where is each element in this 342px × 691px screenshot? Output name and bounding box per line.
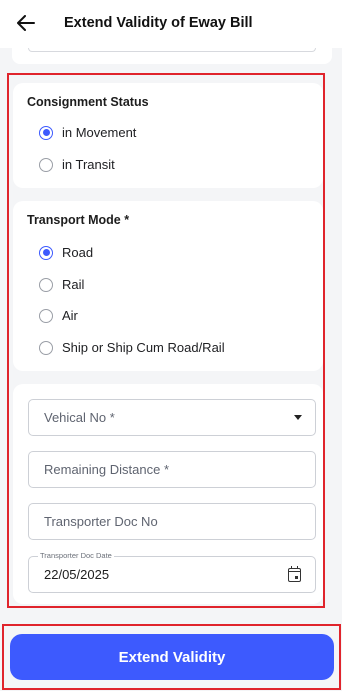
highlight-form-region <box>7 73 325 608</box>
extend-validity-button[interactable]: Extend Validity <box>10 634 334 680</box>
page-title: Extend Validity of Eway Bill <box>64 15 253 31</box>
previous-card-edge <box>12 48 332 64</box>
app-bar: Extend Validity of Eway Bill <box>0 0 342 48</box>
back-arrow-icon[interactable] <box>14 11 38 35</box>
extend-validity-label: Extend Validity <box>118 648 226 666</box>
previous-field-edge <box>28 48 316 52</box>
